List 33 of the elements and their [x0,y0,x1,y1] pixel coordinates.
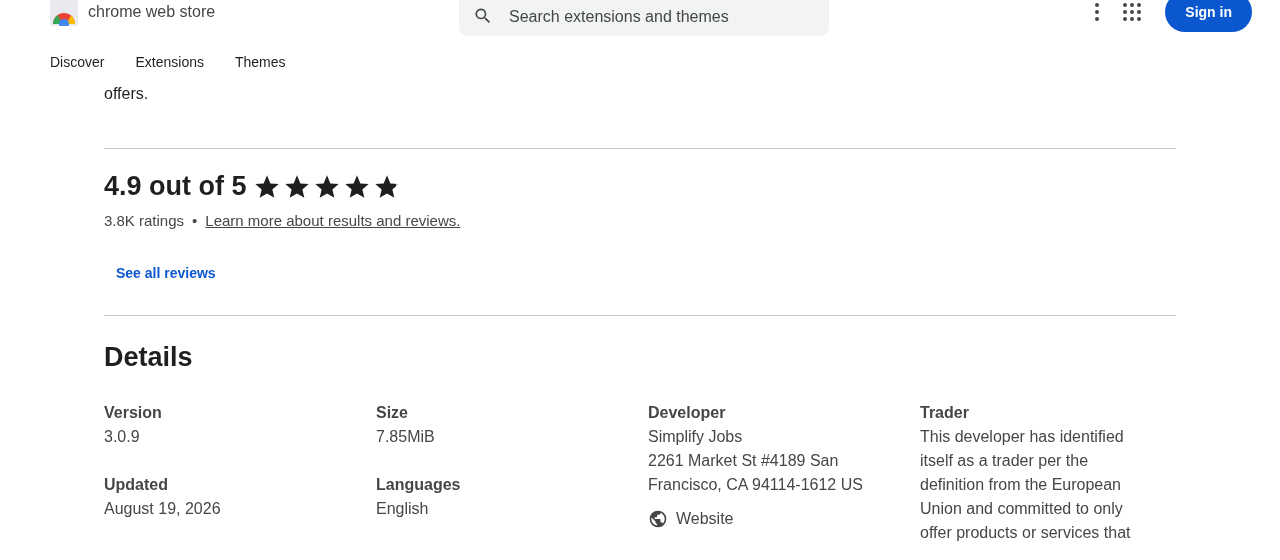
globe-icon [648,509,668,529]
detail-value: English [376,499,430,519]
detail-value: 2261 Market St #4189 San Francisco, CA 94114-1612 US [648,451,864,495]
store-name: chrome web store [88,3,216,21]
apps-grid-icon[interactable] [1123,3,1142,21]
detail-label: Trader [920,403,970,423]
detail-label: Updated [104,475,169,495]
detail-value: Simplify Jobs [648,427,744,447]
detail-label: Languages [376,475,462,495]
detail-label: Size [376,403,409,423]
ratings-count: 3.8K ratings [104,212,185,229]
store-logo-icon[interactable] [50,0,78,26]
search-field[interactable]: Search extensions and themes [509,8,815,26]
rating-score: 4.9 out of 5 [104,171,247,202]
detail-value: 7.85MiB [376,427,436,447]
sign-in-button[interactable]: Sign in [1165,0,1252,32]
more-icon[interactable] [1095,3,1100,21]
nav-link[interactable]: Extensions [135,54,204,82]
learn-more-link[interactable]: Learn more about results and reviews. [205,212,461,229]
search-icon [473,6,493,26]
nav-link[interactable]: Discover [50,54,105,82]
website-link[interactable]: Website [648,509,920,529]
detail-value: August 19, 2026 [104,499,222,519]
detail-label: Version [104,403,163,423]
detail-value: This developer has identified itself as a trader per the definition from the European Union and committed to only offer products or services that [920,427,1132,543]
search-bar[interactable]: Search extensions and themes [459,0,829,36]
detail-label: Developer [648,403,727,423]
nav-link[interactable]: Themes [234,54,286,82]
overview-text: offers. [104,84,150,104]
separator-dot: • [192,212,198,229]
detail-value: 3.0.9 [104,427,141,447]
see-all-reviews-link[interactable]: See all reviews [116,265,216,281]
details-heading: Details [104,342,194,373]
